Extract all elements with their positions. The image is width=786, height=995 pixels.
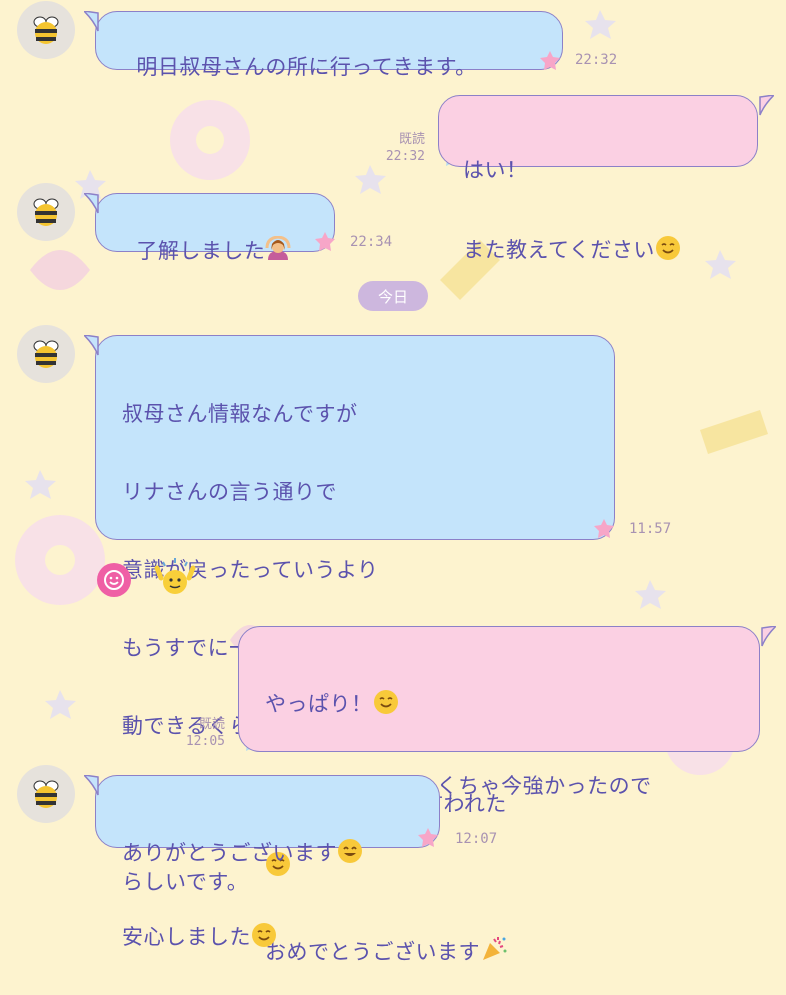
read-label: 既読: [398, 132, 425, 147]
read-receipt: 既読 12:05: [180, 716, 225, 750]
bee-icon: [33, 340, 59, 368]
message-line: やっぱり！: [265, 692, 373, 716]
message-line: 叔母さん情報なんですが: [122, 402, 358, 426]
message-time: 12:07: [455, 831, 498, 847]
message-text: 明日叔母さんの所に行ってきます。: [136, 55, 477, 79]
bubble-tail: [84, 11, 99, 32]
read-receipt: 既読 22:32: [380, 131, 425, 165]
bubble-tail: [84, 335, 99, 356]
message-bubble[interactable]: 了解しました: [95, 193, 335, 263]
star-icon: [594, 519, 614, 538]
message-text: 了解しました: [136, 239, 266, 263]
message-line: また教えてください: [463, 238, 655, 262]
read-label: 既読: [198, 717, 225, 732]
woman-gesturing-ok-emoji-icon: [265, 235, 291, 268]
message-time: 22:34: [350, 234, 393, 250]
message-line: リナさんの言う通りで: [122, 480, 337, 504]
avatar[interactable]: [17, 325, 75, 383]
bee-icon: [33, 198, 59, 226]
smiling-emoji-icon: [655, 235, 681, 267]
party-popper-emoji-icon: [480, 935, 508, 969]
message-time: 22:32: [575, 52, 618, 68]
bubble-tail: [84, 775, 99, 796]
message-bubble[interactable]: ありがとうございます 安心しました: [95, 775, 440, 949]
avatar[interactable]: [17, 183, 75, 241]
message-time: 22:32: [385, 149, 425, 164]
message-bubble[interactable]: はい！ また教えてください: [438, 95, 758, 262]
bee-icon: [33, 780, 59, 808]
avatar[interactable]: [17, 765, 75, 823]
smiling-emoji-icon: [373, 689, 399, 721]
bubble-tail: [761, 626, 776, 647]
star-icon: [315, 232, 335, 251]
message-line: はい！: [463, 158, 528, 182]
star-icon: [540, 51, 560, 70]
smiling-face-emoji-icon: [337, 838, 363, 870]
smiling-emoji-icon: [251, 922, 277, 954]
message-bubble[interactable]: やっぱり！ 生きる力がめちゃくちゃ今強かったので おめでとうございます: [238, 626, 760, 964]
message-bubble[interactable]: 明日叔母さんの所に行ってきます。: [95, 11, 563, 79]
star-icon: [418, 828, 438, 847]
avatar[interactable]: [17, 1, 75, 59]
message-time: 12:05: [185, 734, 225, 749]
bubble-tail: [84, 193, 99, 214]
date-separator: 今日: [358, 281, 428, 311]
bubble-tail: [759, 95, 774, 116]
message-line: ありがとうございます: [122, 841, 337, 865]
message-bubble[interactable]: 叔母さん情報なんですが リナさんの言う通りで 意識が戻ったっていうより もうすで…: [95, 335, 615, 894]
message-time: 11:57: [629, 521, 672, 537]
reaction-button[interactable]: [97, 563, 131, 597]
smile-icon: [104, 570, 124, 590]
reaction-sticker-icon[interactable]: [153, 558, 197, 600]
bee-icon: [33, 16, 59, 44]
message-line: 安心しました: [122, 925, 251, 949]
